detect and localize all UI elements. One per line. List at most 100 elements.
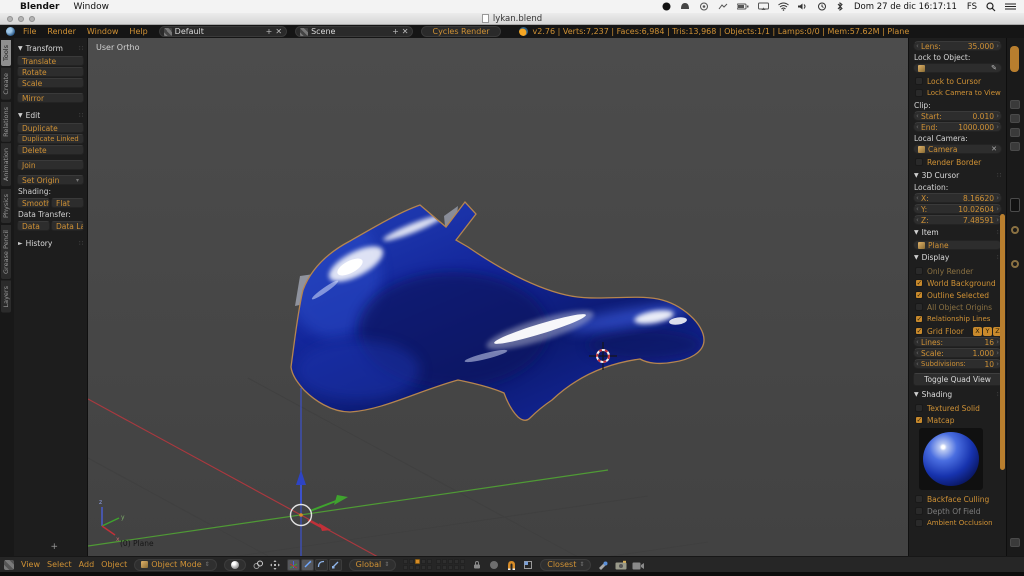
tab-layers[interactable]: Layers — [1, 281, 11, 313]
set-origin-dropdown[interactable]: Set Origin ▾ — [17, 175, 84, 185]
zoom-window-button[interactable] — [29, 16, 35, 22]
render-border-checkbox[interactable] — [915, 158, 923, 166]
lens-slider[interactable]: Lens: 35.000 — [913, 41, 1002, 51]
cursor-x-slider[interactable]: X: 8.16620 — [913, 193, 1002, 203]
translate-button[interactable]: Translate — [17, 56, 84, 66]
smooth-button[interactable]: Smooth — [17, 198, 50, 208]
transform-panel-header[interactable]: ▼ Transform ∷ — [18, 44, 84, 53]
minimize-window-button[interactable] — [18, 16, 24, 22]
all-object-origins-checkbox[interactable] — [915, 303, 923, 311]
grid-lines-slider[interactable]: Lines: 16 — [913, 337, 1002, 347]
window-titlebar[interactable]: lykan.blend — [0, 13, 1024, 25]
world-background-row[interactable]: World Background — [913, 277, 1002, 289]
display-panel-header[interactable]: ▼ Display ∷ — [914, 253, 1002, 262]
tab-create[interactable]: Create — [1, 68, 11, 100]
accessibility-icon[interactable] — [718, 2, 728, 11]
info-editor-icon[interactable] — [6, 27, 15, 36]
battery-icon[interactable] — [737, 2, 749, 11]
grid-floor-checkbox[interactable] — [915, 327, 923, 335]
close-scene-button[interactable]: ✕ — [402, 27, 409, 36]
gear-icon[interactable] — [1011, 260, 1019, 268]
scale-button[interactable]: Scale — [17, 78, 84, 88]
properties-scrollbar[interactable] — [1010, 46, 1019, 72]
app-status-icon[interactable] — [680, 2, 690, 11]
volume-icon[interactable] — [798, 2, 808, 11]
rotate-gizmo-button[interactable] — [315, 559, 328, 571]
opengl-render-anim-icon[interactable] — [632, 560, 642, 570]
local-camera-field[interactable]: Camera ✕ — [913, 144, 1002, 154]
scale-gizmo-button[interactable] — [329, 559, 342, 571]
data-button[interactable]: Data — [17, 221, 50, 231]
hood-model[interactable] — [285, 202, 704, 420]
object-menu[interactable]: Object — [101, 560, 127, 569]
layout-browse-icon[interactable] — [164, 28, 172, 36]
relationship-lines-checkbox[interactable] — [915, 315, 923, 323]
tab-grease-pencil[interactable]: Grease Pencil — [1, 225, 11, 279]
select-menu[interactable]: Select — [47, 560, 72, 569]
snap-toggle-magnet-icon[interactable] — [506, 560, 516, 570]
lock-object-field[interactable]: ✎ — [913, 63, 1002, 73]
lock-to-cursor-row[interactable]: Lock to Cursor — [913, 75, 1002, 87]
editor-type-icon[interactable] — [4, 560, 14, 570]
edit-icon[interactable] — [1010, 538, 1020, 547]
rotate-button[interactable]: Rotate — [17, 67, 84, 77]
relationship-lines-row[interactable]: Relationship Lines — [913, 313, 1002, 325]
duplicate-button[interactable]: Duplicate — [17, 123, 84, 133]
spotlight-icon[interactable] — [986, 2, 996, 12]
close-layout-button[interactable]: ✕ — [275, 27, 282, 36]
proportional-edit-toggle[interactable] — [489, 560, 499, 570]
shading-panel-header[interactable]: ▼ Shading ∷ — [914, 390, 1002, 399]
notification-center-icon[interactable] — [1005, 2, 1016, 11]
add-layout-button[interactable]: + — [266, 27, 273, 36]
npanel-scrollbar[interactable] — [1000, 214, 1005, 470]
eye-icon[interactable] — [699, 2, 709, 11]
depth-of-field-row[interactable]: Depth Of Field — [913, 505, 1002, 517]
duplicate-linked-button[interactable]: Duplicate Linked — [17, 134, 84, 144]
snap-mode-selector[interactable]: Closest ⇕ — [540, 559, 591, 571]
eyedropper-icon[interactable]: ✎ — [991, 64, 997, 72]
file-menu[interactable]: File — [23, 27, 36, 36]
grid-subdivisions-slider[interactable]: Subdivisions: 10 — [913, 359, 1002, 369]
render-border-row[interactable]: Render Border — [913, 156, 1002, 168]
grid-floor-row[interactable]: Grid Floor X Y Z — [913, 325, 1002, 337]
view-menu[interactable]: View — [21, 560, 40, 569]
blender-window-menu[interactable]: Window — [87, 27, 119, 36]
outline-selected-row[interactable]: Outline Selected — [913, 289, 1002, 301]
render-engine-selector[interactable]: Cycles Render — [421, 26, 500, 37]
help-menu[interactable]: Help — [129, 27, 147, 36]
axis-y-toggle[interactable]: Y — [983, 327, 992, 336]
layout-name[interactable]: Default — [175, 27, 263, 36]
world-background-checkbox[interactable] — [915, 279, 923, 287]
textured-solid-row[interactable]: Textured Solid — [913, 402, 1002, 414]
viewport-shading-selector[interactable] — [224, 559, 246, 571]
screen-layout-selector[interactable]: Default + ✕ — [159, 26, 287, 37]
depth-of-field-checkbox[interactable] — [915, 507, 923, 515]
clear-icon[interactable]: ✕ — [991, 145, 997, 153]
edit-panel-header[interactable]: ▼ Edit ∷ — [18, 111, 84, 120]
orientation-selector[interactable]: Global ⇕ — [349, 559, 397, 571]
pivot-point-selector[interactable] — [253, 560, 263, 570]
lock-to-scene-icon[interactable] — [472, 560, 482, 570]
flat-button[interactable]: Flat — [51, 198, 84, 208]
bluetooth-icon[interactable] — [836, 2, 844, 11]
window-menu[interactable]: Window — [73, 2, 109, 12]
matcap-preview[interactable] — [919, 428, 983, 490]
axis-gizmo-toggle[interactable] — [287, 559, 300, 571]
input-source[interactable]: FS — [967, 2, 977, 12]
tool-icon[interactable] — [1011, 226, 1019, 234]
add-menu[interactable]: Add — [79, 560, 95, 569]
translate-gizmo-button[interactable] — [301, 559, 314, 571]
render-menu[interactable]: Render — [47, 27, 75, 36]
only-render-row[interactable]: Only Render — [913, 265, 1002, 277]
tab-animation[interactable]: Animation — [1, 143, 11, 186]
snap-peel-icon[interactable] — [598, 560, 608, 570]
ambient-occlusion-checkbox[interactable] — [915, 519, 923, 527]
lock-to-cursor-checkbox[interactable] — [915, 77, 923, 85]
add-tab-button[interactable]: + — [51, 542, 59, 552]
cursor-panel-header[interactable]: ▼ 3D Cursor ∷ — [914, 171, 1002, 180]
toggle-quad-view-button[interactable]: Toggle Quad View — [913, 373, 1002, 386]
app-menu[interactable]: Blender — [20, 2, 59, 12]
textured-solid-checkbox[interactable] — [915, 404, 923, 412]
scene-selector[interactable]: Scene + ✕ — [295, 26, 413, 37]
lock-camera-row[interactable]: Lock Camera to View — [913, 87, 1002, 99]
